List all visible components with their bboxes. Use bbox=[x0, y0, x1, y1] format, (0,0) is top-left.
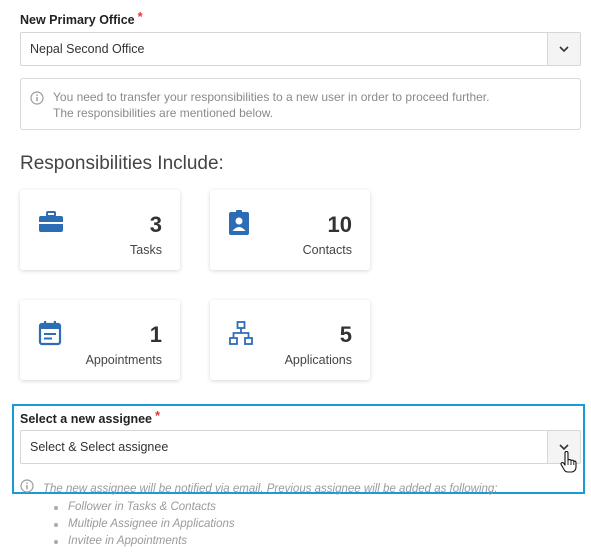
tasks-label: Tasks bbox=[130, 243, 162, 257]
responsibilities-heading: Responsibilities Include: bbox=[20, 153, 224, 174]
info-icon bbox=[30, 91, 44, 110]
applications-count: 5 bbox=[339, 322, 352, 347]
assignee-note: The new assignee will be notified via em… bbox=[20, 479, 498, 498]
transfer-info-box: You need to transfer your responsibiliti… bbox=[20, 78, 581, 130]
contacts-card: 10 Contacts bbox=[210, 190, 370, 270]
list-item: Invitee in Appointments bbox=[52, 533, 235, 550]
info-line-2: The responsibilities are mentioned below… bbox=[53, 106, 274, 120]
calendar-icon bbox=[38, 320, 62, 351]
workflow-icon bbox=[228, 320, 254, 351]
briefcase-icon bbox=[38, 210, 64, 239]
appointments-label: Appointments bbox=[85, 353, 162, 367]
primary-office-label: New Primary Office * bbox=[20, 9, 143, 27]
assignee-select[interactable]: Select & Select assignee bbox=[20, 430, 581, 464]
required-mark: * bbox=[155, 408, 161, 423]
appointments-card: 1 Appointments bbox=[20, 300, 180, 380]
tasks-card: 3 Tasks bbox=[20, 190, 180, 270]
follower-list: Follower in Tasks & Contacts Multiple As… bbox=[52, 499, 235, 550]
info-line-1: You need to transfer your responsibiliti… bbox=[53, 90, 490, 104]
list-item: Follower in Tasks & Contacts bbox=[52, 499, 235, 516]
info-icon bbox=[20, 479, 34, 498]
assignee-note-text: The new assignee will be notified via em… bbox=[43, 482, 498, 495]
chevron-down-icon[interactable] bbox=[547, 33, 580, 65]
required-mark: * bbox=[137, 9, 143, 24]
applications-label: Applications bbox=[284, 353, 352, 367]
tasks-count: 3 bbox=[149, 212, 162, 237]
hand-pointer-cursor-icon bbox=[560, 450, 578, 478]
primary-office-select[interactable]: Nepal Second Office bbox=[20, 32, 581, 66]
contacts-count: 10 bbox=[327, 212, 352, 237]
contact-badge-icon bbox=[228, 210, 250, 241]
applications-card: 5 Applications bbox=[210, 300, 370, 380]
contacts-label: Contacts bbox=[302, 243, 352, 257]
list-item: Multiple Assignee in Applications bbox=[52, 516, 235, 533]
assignee-value: Select & Select assignee bbox=[30, 440, 169, 454]
assignee-label: Select a new assignee * bbox=[20, 408, 161, 426]
appointments-count: 1 bbox=[149, 322, 162, 347]
primary-office-value: Nepal Second Office bbox=[30, 42, 145, 56]
